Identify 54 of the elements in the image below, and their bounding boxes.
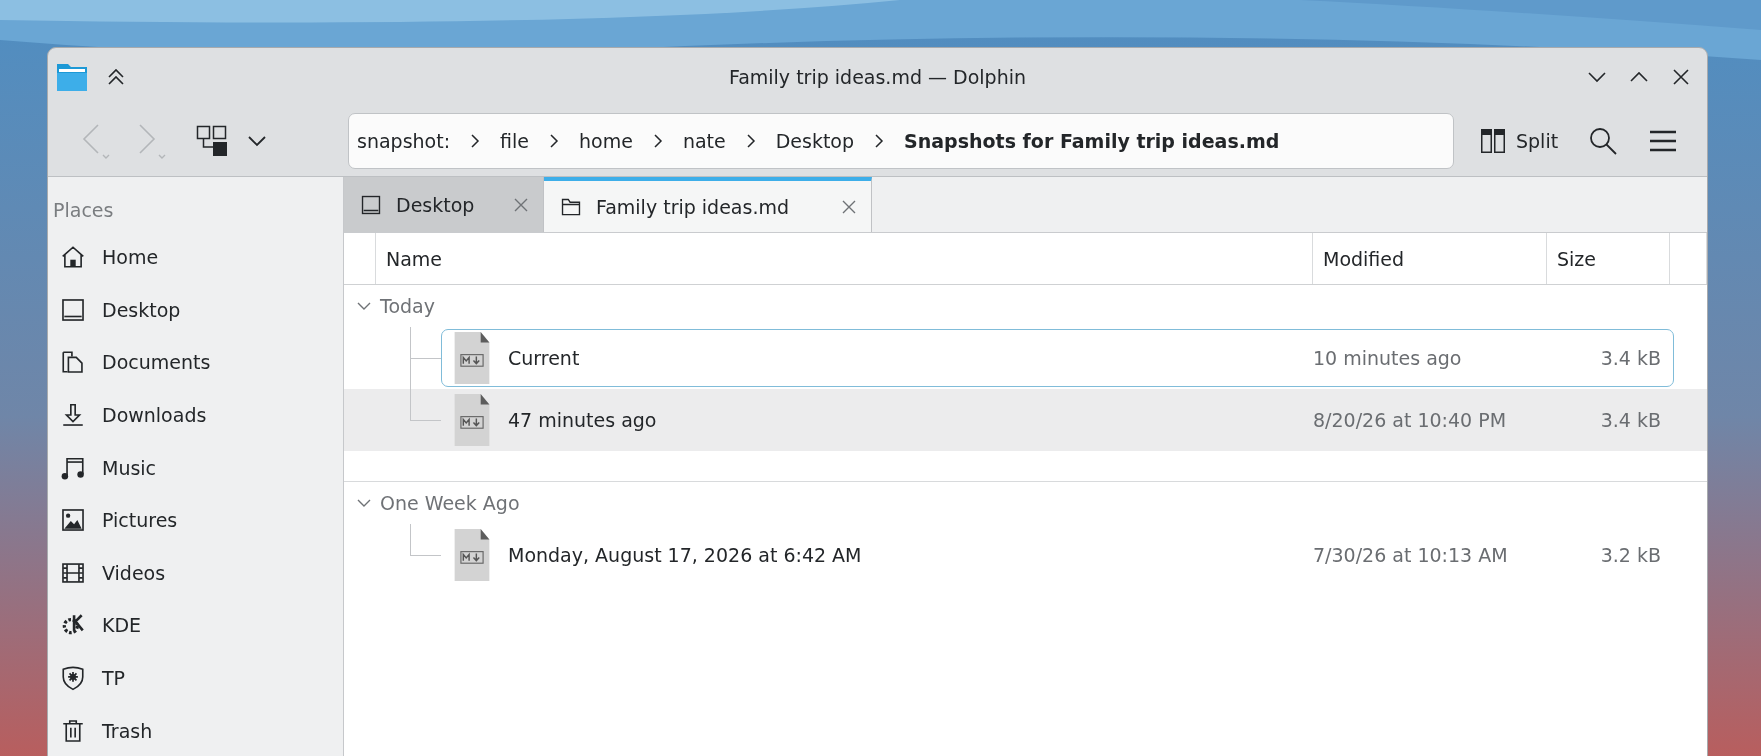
sidebar-item[interactable]: Music — [48, 441, 343, 494]
file-size: 3.4 kB — [1599, 409, 1662, 431]
window-title: Family trip ideas.md — Dolphin — [728, 65, 1026, 88]
split-button[interactable]: Split — [1476, 123, 1563, 158]
document-icon — [453, 331, 491, 385]
file-name: Monday, August 17, 2026 at 6:42 AM — [508, 544, 863, 566]
sidebar-item[interactable]: Trash — [48, 704, 343, 756]
trash-icon — [60, 717, 86, 744]
sidebar-item[interactable]: Downloads — [48, 388, 343, 442]
chevron-right-icon — [547, 133, 561, 148]
shield-icon — [60, 665, 86, 692]
column-header[interactable]: Name — [376, 233, 1313, 284]
breadcrumb-item[interactable]: Desktop — [773, 125, 857, 156]
column-header[interactable]: Modified — [1313, 233, 1547, 284]
file-size: 3.2 kB — [1599, 544, 1662, 566]
sidebar-item[interactable]: Home — [48, 231, 343, 284]
modified-date: 8/20/26 at 10:40 PM — [1313, 409, 1508, 431]
section-heading: Places — [52, 198, 115, 223]
monitor-icon — [360, 193, 382, 216]
group-header[interactable]: One Week Ago — [344, 482, 1707, 524]
monitor-icon — [60, 296, 86, 323]
file-row[interactable]: 47 minutes ago 8/20/26 at 10:40 PM 3.4 kB — [344, 389, 1707, 451]
location-bar[interactable]: snapshot: file home nate Desktop Snapshots for Family trip ideas.md — [348, 112, 1454, 169]
file-name: Current — [508, 347, 581, 369]
sidebar-item[interactable]: TP — [48, 651, 343, 705]
sidebar-item[interactable]: KDE — [48, 599, 343, 652]
documents-icon — [60, 349, 86, 376]
breadcrumb-item[interactable]: nate — [680, 125, 728, 156]
column-header[interactable]: Size — [1547, 233, 1670, 284]
breadcrumb-item[interactable]: Snapshots for Family trip ideas.md — [902, 125, 1282, 156]
sidebar-item[interactable]: Pictures — [48, 493, 343, 547]
breadcrumb-item[interactable]: file — [498, 125, 531, 156]
tab[interactable]: Desktop — [344, 177, 544, 232]
file-name: 47 minutes ago — [508, 409, 658, 431]
download-icon — [60, 402, 86, 429]
home-icon — [60, 244, 86, 271]
sidebar-item[interactable]: Videos — [48, 546, 343, 600]
tab[interactable]: Family trip ideas.md — [544, 177, 872, 232]
file-size: 3.4 kB — [1599, 347, 1662, 369]
document-icon — [453, 528, 491, 582]
search-icon[interactable] — [1588, 125, 1619, 156]
folder-icon[interactable] — [56, 61, 88, 92]
breadcrumb-item[interactable]: home — [577, 125, 635, 156]
group-header[interactable]: Today — [344, 285, 1707, 327]
breadcrumb-item[interactable]: snapshot: — [355, 125, 453, 156]
sidebar-item[interactable]: Documents — [48, 336, 343, 389]
file-row[interactable]: Monday, August 17, 2026 at 6:42 AM 7/30/26 at 10:13 AM 3.2 kB — [344, 524, 1707, 586]
document-icon — [453, 393, 491, 447]
view-mode-icon[interactable] — [196, 124, 228, 157]
image-icon — [60, 507, 86, 534]
modified-date: 7/30/26 at 10:13 AM — [1313, 544, 1509, 566]
columns-icon — [1480, 127, 1506, 154]
sidebar-item[interactable]: Desktop — [48, 283, 343, 337]
modified-date: 10 minutes ago — [1313, 347, 1463, 369]
